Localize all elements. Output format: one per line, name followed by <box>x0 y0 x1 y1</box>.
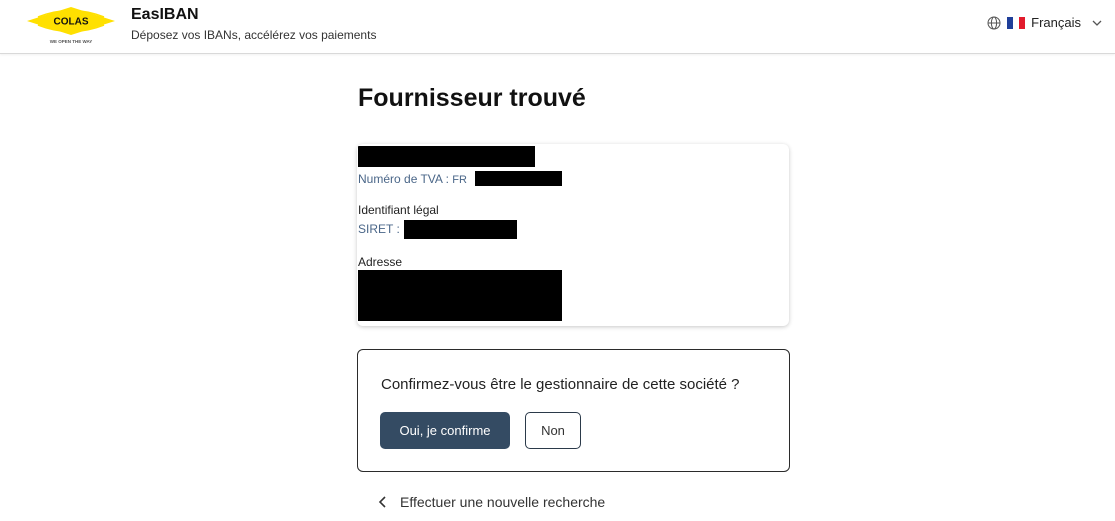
address-label: Adresse <box>358 255 403 269</box>
language-label: Français <box>1031 15 1081 30</box>
legal-id-label: Identifiant légal <box>358 203 439 217</box>
confirm-question: Confirmez-vous être le gestionnaire de c… <box>381 376 740 393</box>
redacted-address <box>358 270 562 321</box>
new-search-label: Effectuer une nouvelle recherche <box>400 494 606 510</box>
supplier-card: Numéro de TVA : FR Identifiant légal SIR… <box>357 144 789 326</box>
vat-label: Numéro de TVA : FR <box>358 172 467 186</box>
svg-text:COLAS: COLAS <box>54 17 89 28</box>
app-header: COLAS WE OPEN THE WAY EasIBAN Déposez vo… <box>0 0 1115 54</box>
confirm-yes-button[interactable]: Oui, je confirme <box>380 412 510 449</box>
app-title: EasIBAN <box>131 6 199 23</box>
chevron-left-icon <box>378 496 386 508</box>
redacted-company-name <box>358 146 535 167</box>
language-selector[interactable]: Français <box>987 15 1103 30</box>
france-flag-icon <box>1007 16 1026 29</box>
globe-icon <box>987 16 1001 29</box>
vat-prefix: FR <box>452 174 467 186</box>
confirm-no-button[interactable]: Non <box>525 412 581 449</box>
svg-text:WE OPEN THE WAY: WE OPEN THE WAY <box>50 39 93 44</box>
siret-label: SIRET : <box>358 222 400 236</box>
app-subtitle: Déposez vos IBANs, accélérez vos paiemen… <box>131 28 377 42</box>
confirm-panel: Confirmez-vous être le gestionnaire de c… <box>357 349 790 472</box>
page-title: Fournisseur trouvé <box>358 84 586 112</box>
new-search-link[interactable]: Effectuer une nouvelle recherche <box>376 494 605 510</box>
colas-logo[interactable]: COLAS WE OPEN THE WAY <box>24 4 118 46</box>
redacted-vat-number <box>475 171 562 186</box>
redacted-siret <box>404 220 517 239</box>
chevron-down-icon <box>1092 20 1102 26</box>
